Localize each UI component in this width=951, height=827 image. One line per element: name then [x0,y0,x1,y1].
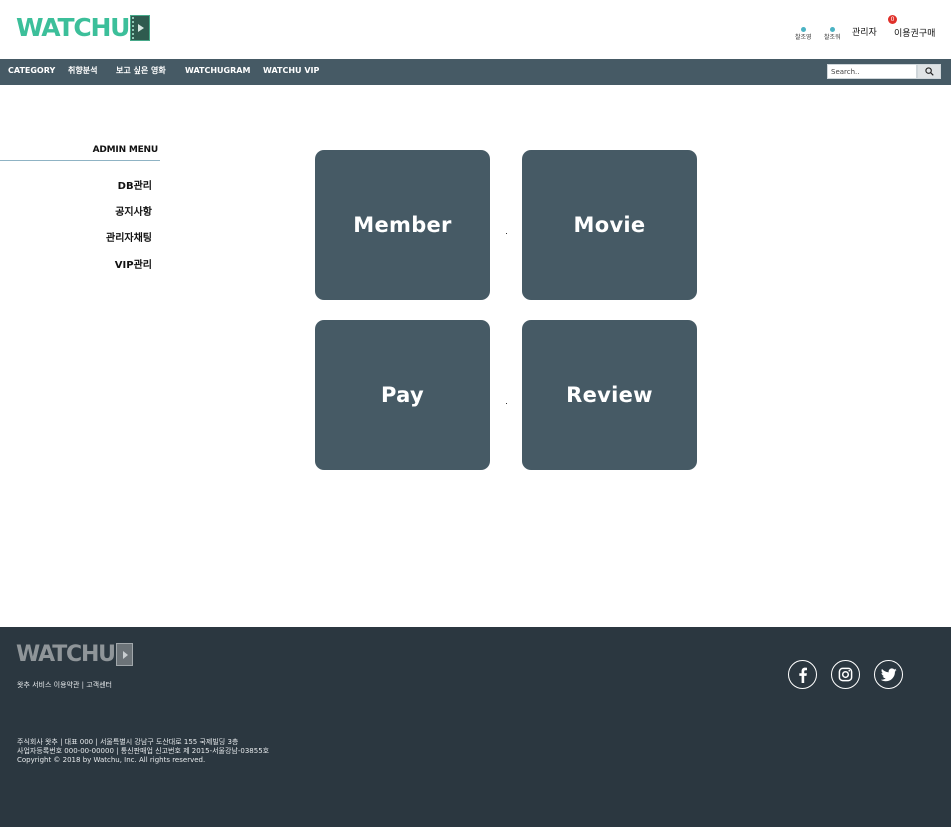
sidebar-item-admin-chat[interactable]: 관리자채팅 [106,229,152,244]
tile-movie-label: Movie [573,213,646,237]
dot-icon [829,27,835,32]
buy-pass-link[interactable]: 이용권구매 [894,26,935,39]
footer: WATCHU 왓추 서비스 이용약관 | 고객센터 주식회사 왓추 | 대표 0… [0,627,951,827]
sidebar-item-db[interactable]: DB관리 [118,177,152,192]
tile-member[interactable]: Member [315,150,490,300]
company-info-line-2: 사업자등록번호 000-00-00000 | 통신판매업 신고번호 제 2015… [17,747,270,755]
admin-link[interactable]: 관리자 [852,25,877,38]
util-link-1-label: 찰조영 [795,34,812,41]
facebook-link[interactable] [788,660,817,689]
tile-pay[interactable]: Pay [315,320,490,470]
instagram-link[interactable] [831,660,860,689]
separator-dot [506,403,507,404]
company-info: 주식회사 왓추 | 대표 000 | 서울특별시 강남구 도산대로 155 국제… [17,738,292,765]
company-info-line-1: 주식회사 왓추 | 대표 000 | 서울특별시 강남구 도산대로 155 국제… [17,738,239,746]
sidebar-divider [0,160,160,161]
util-link-2-label: 찰조워 [824,34,841,41]
copyright-text: Copyright © 2018 by Watchu, Inc. All rig… [17,756,206,764]
film-play-icon [130,15,151,41]
footer-logo[interactable]: WATCHU [16,642,133,667]
dot-icon [800,27,806,32]
sidebar-title: ADMIN MENU [92,145,159,155]
sidebar-item-notice[interactable]: 공지사항 [115,203,152,218]
separator-dot [506,233,507,234]
search-input[interactable] [827,64,917,79]
terms-link[interactable]: 왓추 서비스 이용약관 [17,681,79,689]
nav-item-watchugram[interactable]: WATCHUGRAM [185,59,250,85]
logo-text: WATCHU [16,13,131,42]
film-play-icon [115,643,133,666]
search-button[interactable] [917,64,941,79]
main-nav: CATEGORY 취향분석 보고 싶은 영화 WATCHUGRAM WATCHU… [0,59,951,85]
footer-logo-text: WATCHU [16,642,116,667]
logo[interactable]: WATCHU [16,13,151,42]
nav-item-vip[interactable]: WATCHU VIP [263,59,319,85]
nav-item-category[interactable]: CATEGORY [8,59,55,85]
tile-review-label: Review [566,383,653,407]
header: WATCHU 찰조영 찰조워 관리자 0 이용권구매 [0,0,951,60]
tile-review[interactable]: Review [522,320,697,470]
tile-movie[interactable]: Movie [522,150,697,300]
twitter-icon [880,667,897,681]
util-link-1[interactable]: 찰조영 [795,27,812,42]
customer-center-link[interactable]: 고객센터 [86,681,112,689]
cart-count-badge: 0 [888,15,897,24]
tile-pay-label: Pay [381,383,424,407]
nav-item-taste-analysis[interactable]: 취향분석 [68,59,97,85]
nav-item-wishlist[interactable]: 보고 싶은 영화 [116,59,166,85]
tile-member-label: Member [353,213,452,237]
util-link-2[interactable]: 찰조워 [824,27,841,42]
sidebar-item-vip[interactable]: VIP관리 [115,256,152,271]
facebook-icon [798,667,807,683]
twitter-link[interactable] [874,660,903,689]
footer-links: 왓추 서비스 이용약관 | 고객센터 [17,680,112,690]
search-icon [924,67,934,76]
instagram-icon [838,667,853,682]
